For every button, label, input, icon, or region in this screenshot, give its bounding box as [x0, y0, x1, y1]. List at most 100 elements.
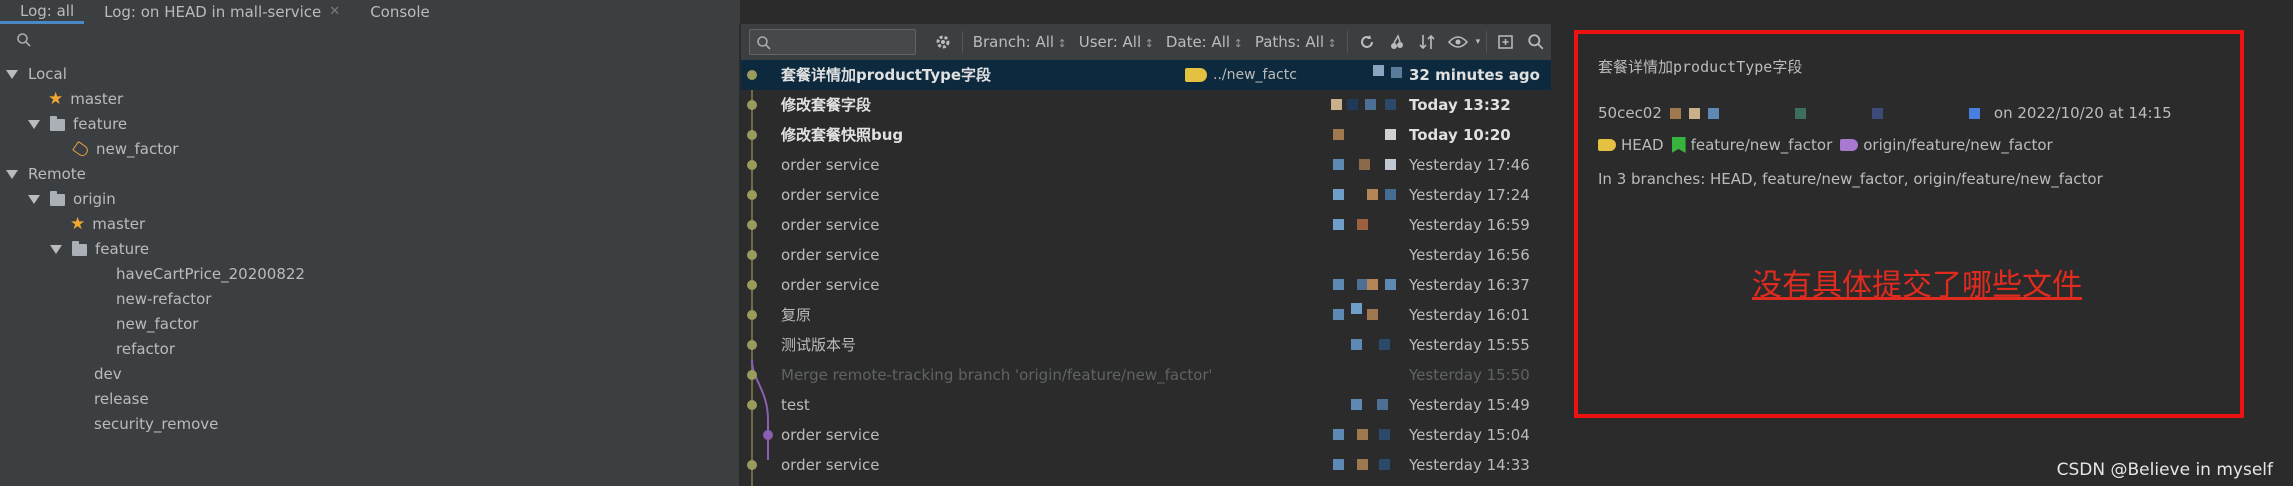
contained-in-branches: In 3 branches: HEAD, feature/new_factor,…: [1598, 170, 2103, 188]
commit-message: test: [781, 396, 810, 414]
highlight-box: 套餐详情加productType字段 50cec02 on 2022/10/20…: [1574, 30, 2244, 418]
branch-search[interactable]: [0, 24, 739, 58]
commit-row[interactable]: test Yesterday 15:49: [741, 390, 1551, 420]
branch-origin-feature-item[interactable]: new_factor: [116, 312, 198, 337]
cherry-pick-icon[interactable]: [1388, 33, 1406, 51]
settings-icon[interactable]: [934, 33, 952, 51]
folder-icon: [72, 240, 87, 256]
commit-date: Yesterday 15:55: [1409, 336, 1530, 354]
commit-date: Yesterday 16:59: [1409, 216, 1530, 234]
commit-message: 套餐详情加productType字段: [781, 66, 992, 84]
branch-label: security_remove: [94, 415, 219, 433]
branch-origin-feature-item[interactable]: haveCartPrice_20200822: [116, 262, 305, 287]
commit-message: order service: [781, 156, 880, 174]
tool-window-tabs: Log: all Log: on HEAD in mall-service ✕ C…: [0, 0, 740, 24]
paths-filter-dropdown[interactable]: Paths: All: [1255, 33, 1337, 51]
commit-row[interactable]: 复原 Yesterday 16:01: [741, 300, 1551, 330]
sort-icon[interactable]: [1418, 33, 1436, 51]
commit-row[interactable]: order service Yesterday 16:37: [741, 270, 1551, 300]
expand-arrow-icon[interactable]: [6, 70, 18, 79]
expand-arrow-icon[interactable]: [6, 170, 18, 179]
close-icon[interactable]: ✕: [329, 1, 340, 23]
commit-dot: [747, 310, 757, 320]
branch-origin-security-remove[interactable]: security_remove: [94, 412, 218, 437]
user-filter-dropdown[interactable]: User: All: [1079, 33, 1154, 51]
commit-hash[interactable]: 50cec02: [1598, 104, 1662, 122]
tree-origin-feature[interactable]: feature: [50, 237, 149, 262]
branch-origin-feature-item[interactable]: refactor: [116, 337, 175, 362]
commit-filter-input[interactable]: [750, 30, 915, 54]
tree-local[interactable]: Local: [6, 62, 67, 87]
ref-head[interactable]: HEAD: [1598, 136, 1664, 154]
commit-row[interactable]: order service Yesterday 16:59: [741, 210, 1551, 240]
tree-origin[interactable]: origin: [28, 187, 116, 212]
commit-row[interactable]: order service Yesterday 14:33: [741, 450, 1551, 480]
author-avatar-blur: [1301, 429, 1401, 443]
ref-local-branch[interactable]: feature/new_factor: [1671, 136, 1832, 154]
date-filter-dropdown[interactable]: Date: All: [1166, 33, 1243, 51]
branch-origin-dev[interactable]: dev: [94, 362, 122, 387]
expand-arrow-icon[interactable]: [28, 195, 40, 204]
expand-arrow-icon[interactable]: [28, 120, 40, 129]
expand-arrow-icon[interactable]: [50, 245, 62, 254]
star-icon: ★: [48, 89, 64, 109]
commit-row[interactable]: order service Yesterday 17:46: [741, 150, 1551, 180]
author-avatar-blur: [1669, 107, 1980, 119]
tab-label: Console: [370, 3, 430, 21]
commit-filter[interactable]: [749, 29, 916, 55]
tree-label: Local: [28, 65, 67, 83]
branches-panel: Local ★ master feature new_factor Remote …: [0, 24, 740, 486]
branch-label: refactor: [116, 340, 176, 358]
search-icon: [17, 33, 31, 47]
commit-dot: [747, 70, 757, 80]
new-tab-icon[interactable]: [1497, 33, 1515, 51]
commit-message: order service: [781, 456, 880, 474]
branch-local-master[interactable]: ★ master: [48, 87, 123, 112]
commit-row[interactable]: Merge remote-tracking branch 'origin/fea…: [741, 360, 1551, 390]
commit-date-text: on 2022/10/20 at 14:15: [1993, 104, 2172, 122]
commit-dot: [747, 370, 757, 380]
toolbar-divider: [1346, 31, 1348, 53]
branch-label: new_factor: [116, 315, 199, 333]
commit-row[interactable]: order service Yesterday 16:56: [741, 240, 1551, 270]
tab-console[interactable]: Console: [350, 0, 440, 24]
commit-message: Merge remote-tracking branch 'origin/fea…: [781, 366, 1211, 384]
tab-log-all[interactable]: Log: all: [0, 0, 85, 24]
commit-date: Yesterday 15:04: [1409, 426, 1530, 444]
commit-list: 套餐详情加productType字段 ../new_factc 32 minut…: [741, 60, 1551, 486]
annotation-text: 没有具体提交了哪些文件: [1752, 268, 2082, 303]
tree-remote[interactable]: Remote: [6, 162, 86, 187]
commit-row[interactable]: order service Yesterday 17:24: [741, 180, 1551, 210]
author-avatar-blur: [1301, 303, 1401, 323]
author-avatar-blur: [1301, 99, 1401, 113]
commit-row[interactable]: 测试版本号 Yesterday 15:55: [741, 330, 1551, 360]
dropdown-arrow-icon[interactable]: ▾: [1476, 37, 1481, 47]
author-avatar-blur: [1301, 279, 1401, 293]
refresh-icon[interactable]: [1358, 33, 1376, 51]
branch-origin-feature-item[interactable]: new-refactor: [116, 287, 211, 312]
commit-dot: [747, 280, 757, 290]
ref-remote-branch[interactable]: origin/feature/new_factor: [1840, 136, 2053, 154]
bookmark-icon: [1671, 137, 1686, 153]
author-avatar-blur: [1301, 129, 1401, 143]
commit-detail-refs: HEAD feature/new_factor origin/feature/n…: [1598, 136, 2061, 154]
folder-icon: [50, 115, 65, 131]
branch-origin-master[interactable]: ★ master: [70, 212, 145, 237]
commit-row[interactable]: 修改套餐字段 Today 13:32: [741, 90, 1551, 120]
search-icon[interactable]: [1527, 33, 1545, 51]
branch-filter-dropdown[interactable]: Branch: All: [973, 33, 1067, 51]
watermark: CSDN @Believe in myself: [2056, 460, 2273, 480]
eye-icon[interactable]: [1447, 34, 1468, 50]
commit-message: 修改套餐字段: [781, 96, 872, 114]
toolbar-divider: [1486, 31, 1488, 53]
branch-local-new-factor[interactable]: new_factor: [72, 137, 178, 162]
commit-row[interactable]: 修改套餐快照bug Today 10:20: [741, 120, 1551, 150]
ref-label: ../new_factc: [1213, 67, 1297, 83]
commit-row[interactable]: order service Yesterday 15:04: [741, 420, 1551, 450]
tab-log-head[interactable]: Log: on HEAD in mall-service ✕: [84, 0, 350, 24]
branch-origin-release[interactable]: release: [94, 387, 149, 412]
commit-row[interactable]: 套餐详情加productType字段 ../new_factc 32 minut…: [741, 60, 1551, 90]
commit-dot: [747, 100, 757, 110]
tree-local-feature[interactable]: feature: [28, 112, 127, 137]
folder-icon: [50, 190, 65, 206]
